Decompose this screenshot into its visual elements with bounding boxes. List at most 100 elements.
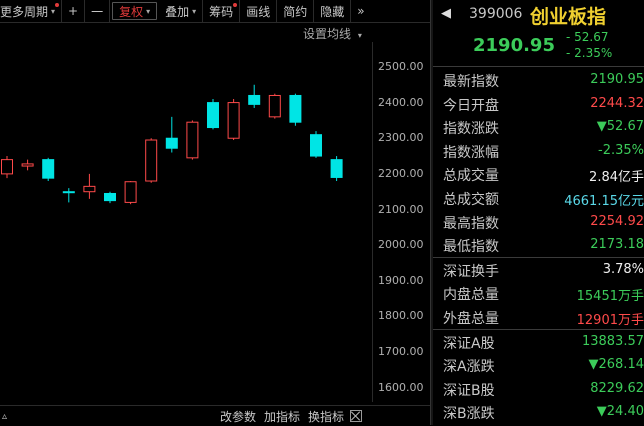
setup-ma-button[interactable]: 设置均线 ▾ [303, 25, 362, 42]
quote-row: 深证B股 8229.62 [433, 377, 644, 401]
candle-body [290, 95, 301, 122]
index-price: 2190.95 [473, 35, 555, 56]
quote-row-value: 4661.15亿元 [564, 190, 644, 209]
index-name: 创业板指 [530, 2, 606, 29]
quote-row-value: 2254.92 [590, 214, 644, 229]
candle-body [208, 103, 219, 128]
change-indicator-button[interactable]: 换指标 [308, 408, 344, 425]
quote-row-label: 深证A股 [443, 333, 495, 353]
quote-row-label: 总成交量 [443, 165, 499, 185]
quote-row-value: 2244.32 [590, 96, 644, 111]
candlestick-chart[interactable] [0, 42, 372, 402]
candle-body [2, 160, 13, 174]
edit-params-button[interactable]: 改参数 [220, 408, 256, 425]
candlestick [311, 131, 322, 158]
quote-row: 指数涨幅 -2.35% [433, 139, 644, 163]
quote-row-value: ▼52.67 [597, 119, 644, 134]
chart-toolbar: 更多周期 ▾ + 一 复权 ▾ 叠加 ▾ 筹码 画线 简约 隐藏 » [0, 0, 430, 23]
setup-ma-label: 设置均线 [303, 27, 351, 41]
overlay-button[interactable]: 叠加 ▾ [159, 0, 203, 22]
index-change-percent: - 2.35% [566, 46, 612, 60]
quote-header: ◀ 399006 创业板指 2190.95 - 52.67 - 2.35% [433, 0, 644, 67]
quote-row-value: 8229.62 [590, 381, 644, 396]
y-tick-label: 2500.00 [378, 60, 424, 73]
candlestick [249, 85, 260, 108]
quote-row-value: -2.35% [598, 143, 644, 158]
quote-row: 深证A股13883.57 [433, 330, 644, 354]
simple-mode-label: 简约 [283, 3, 307, 20]
adjust-price-button[interactable]: 复权 ▾ [112, 2, 157, 20]
chevron-down-icon: ▾ [192, 7, 196, 16]
quote-row-label: 最低指数 [443, 236, 499, 256]
candlestick [269, 94, 280, 119]
candle-body [22, 164, 33, 166]
candlestick [187, 120, 198, 159]
candle-body [105, 193, 116, 200]
quote-row-label: 总成交额 [443, 189, 499, 209]
candlestick [228, 99, 239, 140]
candlestick [290, 94, 301, 126]
y-tick-label: 2200.00 [378, 167, 424, 180]
candle-body [311, 135, 322, 156]
candlestick [105, 192, 116, 203]
notification-dot-icon [233, 3, 237, 7]
hide-label: 隐藏 [320, 3, 344, 20]
add-indicator-button[interactable]: 加指标 [264, 408, 300, 425]
quote-row-label: 指数涨幅 [443, 142, 499, 162]
quote-row: 总成交额 4661.15亿元 [433, 186, 644, 210]
candle-body [269, 95, 280, 116]
quote-row-label: 最新指数 [443, 71, 499, 91]
quote-rows: 最新指数2190.95今日开盘2244.32指数涨跌▼52.67指数涨幅-2.3… [433, 68, 644, 424]
candlestick [125, 181, 136, 204]
minus-icon: 一 [91, 3, 103, 20]
quote-row-value: 2190.95 [590, 72, 644, 87]
quote-row-label: 深证B股 [443, 380, 495, 400]
axis-divider [372, 42, 373, 402]
plus-icon: + [68, 4, 78, 18]
y-tick-label: 1900.00 [378, 274, 424, 287]
candlestick [63, 188, 74, 202]
quote-row-value: ▼24.40 [597, 404, 644, 419]
quote-panel: ◀ 399006 创业板指 2190.95 - 52.67 - 2.35% 最新… [433, 0, 644, 425]
candlestick [2, 156, 13, 178]
zoom-in-button[interactable]: + [62, 0, 85, 22]
triangle-up-icon: ▵ [2, 411, 7, 422]
y-tick-label: 2400.00 [378, 96, 424, 109]
prev-stock-icon[interactable]: ◀ [441, 6, 451, 21]
quote-row-label: 最高指数 [443, 213, 499, 233]
candle-body [84, 186, 95, 191]
chips-label: 筹码 [209, 3, 233, 20]
quote-row: 总成交量 2.84亿手 [433, 162, 644, 186]
quote-row-label: 外盘总量 [443, 308, 499, 328]
quote-row: 最新指数 2190.95 [433, 68, 644, 92]
chevron-down-icon: ▾ [146, 7, 150, 16]
candlestick [84, 174, 95, 199]
candle-body [63, 192, 74, 193]
close-icon[interactable] [350, 410, 362, 422]
expand-toolbar-button[interactable]: » [351, 0, 370, 22]
candle-body [125, 182, 136, 203]
index-change: - 52.67 [566, 30, 609, 44]
overlay-label: 叠加 [165, 3, 189, 20]
y-tick-label: 1800.00 [378, 309, 424, 322]
simple-mode-button[interactable]: 简约 [277, 0, 314, 22]
zoom-out-button[interactable]: 一 [85, 0, 110, 22]
quote-row: 深A涨跌▼268.14 [433, 353, 644, 377]
candlestick [146, 138, 157, 183]
more-periods-button[interactable]: 更多周期 ▾ [0, 0, 62, 22]
quote-row-label: 深B涨跌 [443, 403, 495, 423]
candlestick [208, 99, 219, 129]
index-code: 399006 [469, 6, 522, 22]
quote-row-label: 深A涨跌 [443, 356, 495, 376]
y-tick-label: 1600.00 [378, 381, 424, 394]
quote-row-label: 内盘总量 [443, 284, 499, 304]
y-tick-label: 2000.00 [378, 238, 424, 251]
quote-row: 今日开盘2244.32 [433, 92, 644, 116]
draw-lines-button[interactable]: 画线 [240, 0, 277, 22]
hide-button[interactable]: 隐藏 [314, 0, 351, 22]
more-periods-label: 更多周期 [0, 3, 48, 20]
chips-button[interactable]: 筹码 [203, 0, 240, 22]
quote-row-value: 12901万手 [577, 309, 644, 328]
quote-row-value: 2.84亿手 [589, 166, 644, 185]
candle-body [146, 140, 157, 181]
